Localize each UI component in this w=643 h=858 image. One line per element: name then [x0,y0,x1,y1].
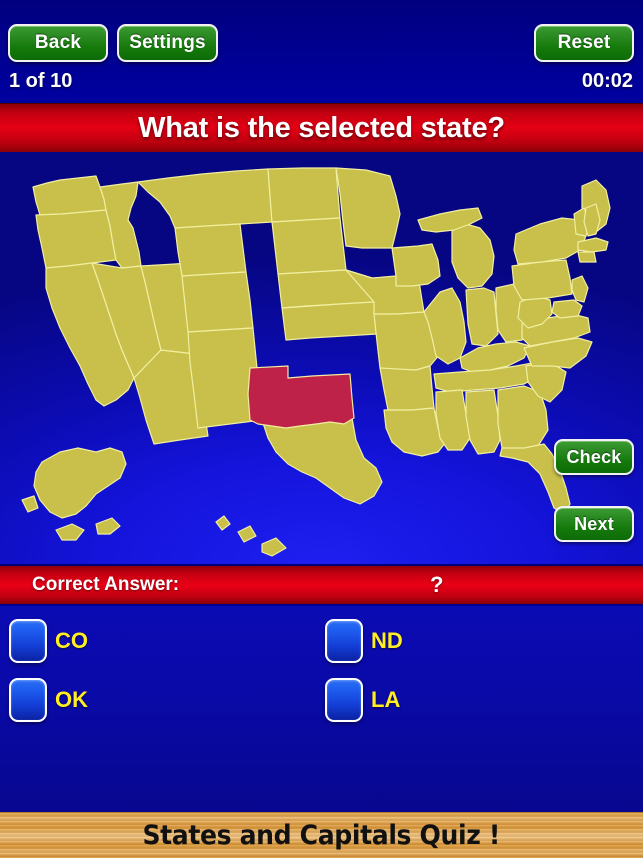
question-progress-label: 1 of 10 [9,70,73,92]
answer-option-label: CO [55,628,88,653]
state-colorado [181,271,254,333]
answer-options-panel: CO ND OK LA [0,606,643,812]
answer-option-nd[interactable]: ND [325,619,403,663]
question-text: What is the selected state? [138,111,505,144]
state-oklahoma-selected [247,365,355,429]
checkbox-icon[interactable] [325,619,363,663]
correct-answer-bar: Correct Answer: ? [0,564,643,606]
check-button[interactable]: Check [554,439,634,475]
top-toolbar: Back Settings Reset 1 of 10 00:02 [0,0,643,103]
state-oregon [35,209,117,269]
state-connecticut [577,251,597,263]
state-alabama [465,389,501,455]
state-pennsylvania [511,259,573,301]
question-banner: What is the selected state? [0,103,643,152]
state-kansas [281,301,378,341]
next-button[interactable]: Next [554,506,634,542]
state-wyoming [174,223,247,277]
state-washington [32,175,107,216]
app-footer: States and Capitals Quiz ! [0,812,643,858]
answer-option-co[interactable]: CO [9,619,88,663]
app-title: States and Capitals Quiz ! [142,820,501,851]
state-wisconsin [391,243,441,287]
state-michigan [451,223,495,289]
state-minnesota [335,167,401,249]
map-panel[interactable]: Check Next [0,152,643,564]
checkbox-icon[interactable] [9,678,47,722]
state-arkansas [379,365,435,411]
state-maryland [551,299,583,319]
answer-option-label: ND [371,628,403,653]
checkbox-icon[interactable] [325,678,363,722]
reset-button[interactable]: Reset [534,24,634,62]
state-montana [137,168,273,229]
back-button[interactable]: Back [8,24,108,62]
answer-option-la[interactable]: LA [325,678,400,722]
answer-option-ok[interactable]: OK [9,678,88,722]
answer-option-label: LA [371,687,401,712]
state-alaska [21,447,127,541]
state-south-dakota [271,217,347,275]
state-north-dakota [267,167,341,223]
quiz-app-screen: Back Settings Reset 1 of 10 00:02 What i… [0,0,643,858]
correct-answer-label: Correct Answer: [32,574,180,595]
correct-answer-value: ? [430,572,444,597]
state-indiana [465,287,499,347]
answer-option-label: OK [55,687,88,712]
state-hawaii [215,515,287,557]
state-new-jersey [571,275,589,303]
usa-map[interactable] [0,152,643,564]
checkbox-icon[interactable] [9,619,47,663]
settings-button[interactable]: Settings [117,24,218,62]
timer-label: 00:02 [581,70,633,92]
